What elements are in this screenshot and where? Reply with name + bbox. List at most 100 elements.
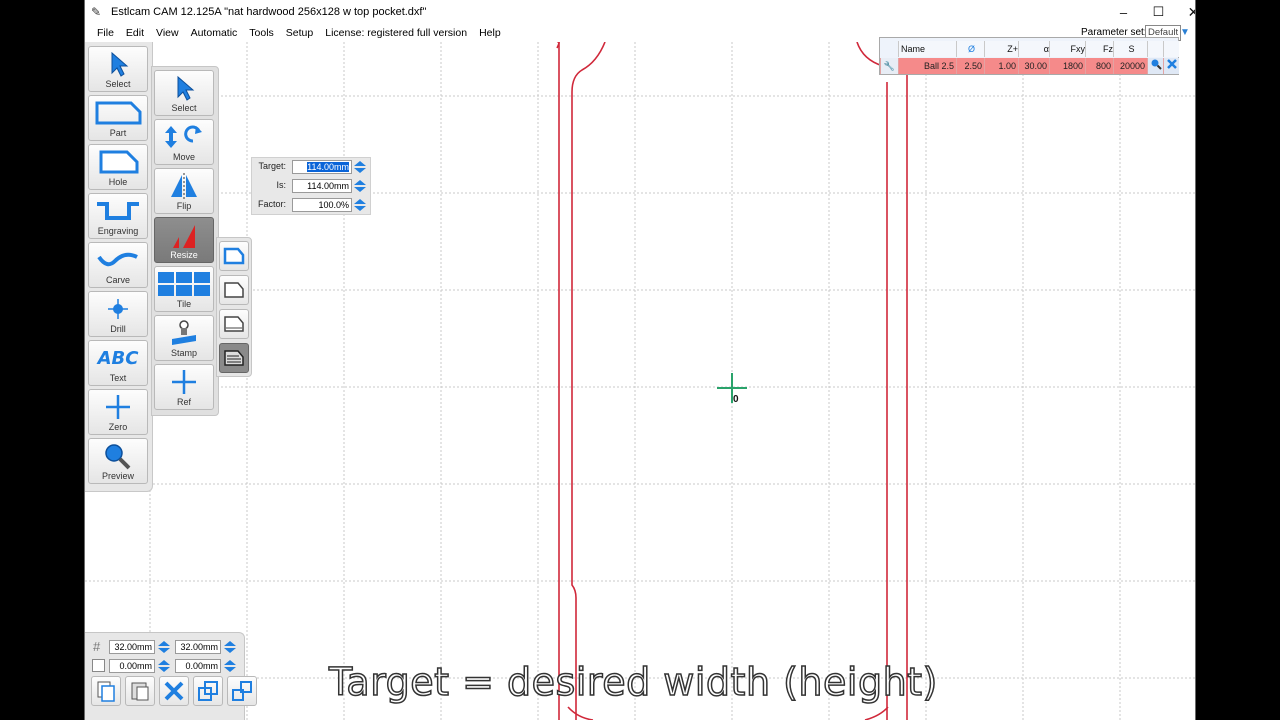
grid-y-input[interactable]: 32.00mm <box>175 640 221 654</box>
video-caption: Target = desired width (height) <box>328 659 938 705</box>
cursor-icon <box>155 73 213 103</box>
hole-tool-button[interactable]: Hole <box>88 144 148 190</box>
target-label: Target: <box>258 161 286 171</box>
delete-button[interactable] <box>159 676 189 706</box>
text-tool-button[interactable]: ABC Text <box>88 340 148 386</box>
is-input[interactable]: 114.00mm <box>292 179 352 193</box>
ungroup-icon <box>232 681 252 701</box>
offset-y-input[interactable]: 0.00mm <box>175 659 221 673</box>
copy-icon <box>97 681 115 702</box>
tool-diameter-cell[interactable]: 2.50 <box>956 58 984 74</box>
grid-x-spinner-icon[interactable] <box>157 640 171 654</box>
grid-lines <box>85 42 1195 720</box>
resize-icon <box>155 220 213 250</box>
delete-x-icon <box>164 681 184 701</box>
header-z: Z+ <box>984 41 1018 57</box>
group-button[interactable] <box>193 676 223 706</box>
tool-z-cell[interactable]: 1.00 <box>984 58 1018 74</box>
cursor-icon <box>89 49 147 79</box>
drawing-canvas[interactable]: 0 <box>85 42 1195 720</box>
offset-x-spinner-icon[interactable] <box>157 659 171 673</box>
magnifier-icon <box>89 441 147 471</box>
stamp-icon <box>155 318 213 348</box>
target-spinner-icon[interactable] <box>353 160 367 174</box>
paste-icon <box>131 682 149 701</box>
menu-setup[interactable]: Setup <box>280 27 319 39</box>
canvas-grid: 0 <box>85 42 1195 720</box>
tool-delete-icon[interactable] <box>1163 58 1179 74</box>
tool-search-icon[interactable] <box>1147 58 1163 74</box>
grid-y-spinner-icon[interactable] <box>223 640 237 654</box>
tool-angle-cell[interactable]: 30.00 <box>1018 58 1049 74</box>
flip-button[interactable]: Flip <box>154 168 214 214</box>
drill-tool-button[interactable]: Drill <box>88 291 148 337</box>
title-bar: ✎ Estlcam CAM 12.125A "nat hardwood 256x… <box>85 0 1195 24</box>
select-text-button[interactable] <box>219 343 249 373</box>
close-button[interactable]: ✕ <box>1176 0 1195 24</box>
factor-spinner-icon[interactable] <box>353 198 367 212</box>
header-name: Name <box>898 41 956 57</box>
tool-name-cell[interactable]: Ball 2.5 <box>898 58 956 74</box>
target-input[interactable]: 114.00mm <box>292 160 352 174</box>
dropdown-arrow-icon[interactable]: ▼ <box>1180 27 1192 39</box>
tile-button[interactable]: Tile <box>154 266 214 312</box>
tool-table-header: Name Ø Z+ α Fxy Fz S <box>880 41 1180 57</box>
window-title: Estlcam CAM 12.125A "nat hardwood 256x12… <box>111 6 427 18</box>
menu-file[interactable]: File <box>91 27 120 39</box>
factor-row: Factor: 100.0% <box>252 197 372 213</box>
part-blue-icon <box>223 247 245 265</box>
is-label: Is: <box>276 180 286 190</box>
zero-tool-button[interactable]: Zero <box>88 389 148 435</box>
menu-help[interactable]: Help <box>473 27 507 39</box>
ref-button[interactable]: Ref <box>154 364 214 410</box>
select-layered-button[interactable] <box>219 309 249 339</box>
ref-cross-icon <box>155 367 213 397</box>
select-tool-button[interactable]: Select <box>88 46 148 92</box>
is-spinner-icon[interactable] <box>353 179 367 193</box>
header-angle: α <box>1018 41 1049 57</box>
app-icon: ✎ <box>91 5 102 19</box>
offset-checkbox[interactable] <box>92 659 105 672</box>
minimize-button[interactable]: – <box>1106 0 1141 24</box>
carve-icon <box>89 245 147 275</box>
factor-input[interactable]: 100.0% <box>292 198 352 212</box>
maximize-button[interactable]: ☐ <box>1141 0 1176 24</box>
move-rotate-icon <box>155 122 213 152</box>
select-contours-button[interactable] <box>219 275 249 305</box>
copy-button[interactable] <box>91 676 121 706</box>
offset-y-spinner-icon[interactable] <box>223 659 237 673</box>
header-speed: S <box>1113 41 1147 57</box>
menu-view[interactable]: View <box>150 27 185 39</box>
resize-button[interactable]: Resize <box>154 217 214 263</box>
ungroup-button[interactable] <box>227 676 257 706</box>
main-toolbar: Select Part Hole Engraving Carve Drill A… <box>85 42 153 492</box>
menu-tools[interactable]: Tools <box>243 27 280 39</box>
part-tool-button[interactable]: Part <box>88 95 148 141</box>
estlcam-window: ✎ Estlcam CAM 12.125A "nat hardwood 256x… <box>84 0 1196 720</box>
tool-fxy-cell[interactable]: 1800 <box>1049 58 1085 74</box>
move-button[interactable]: Move <box>154 119 214 165</box>
stamp-button[interactable]: Stamp <box>154 315 214 361</box>
select-parts-button[interactable] <box>219 241 249 271</box>
carve-tool-button[interactable]: Carve <box>88 242 148 288</box>
target-value[interactable]: 114.00mm <box>307 162 349 172</box>
tile-grid-icon <box>155 269 213 299</box>
text-lines-icon <box>224 350 244 366</box>
tool-speed-cell[interactable]: 20000 <box>1113 58 1147 74</box>
engraving-tool-button[interactable]: Engraving <box>88 193 148 239</box>
factor-label: Factor: <box>257 199 286 209</box>
resize-panel: Target: 114.00mm Is: 114.00mm Factor: 10… <box>251 157 371 215</box>
preview-tool-button[interactable]: Preview <box>88 438 148 484</box>
layered-outline-icon <box>224 316 244 332</box>
menu-automatic[interactable]: Automatic <box>185 27 244 39</box>
grid-x-input[interactable]: 32.00mm <box>109 640 155 654</box>
tool-row[interactable]: 🔧 Ball 2.5 2.50 1.00 30.00 1800 800 2000… <box>880 58 1180 74</box>
menu-edit[interactable]: Edit <box>120 27 150 39</box>
tool-fz-cell[interactable]: 800 <box>1085 58 1113 74</box>
wrench-icon[interactable]: 🔧 <box>880 58 898 74</box>
sub-select-button[interactable]: Select <box>154 70 214 116</box>
menu-license[interactable]: License: registered full version <box>319 27 473 39</box>
paste-button[interactable] <box>125 676 155 706</box>
offset-x-input[interactable]: 0.00mm <box>109 659 155 673</box>
origin-label: 0 <box>733 394 739 405</box>
